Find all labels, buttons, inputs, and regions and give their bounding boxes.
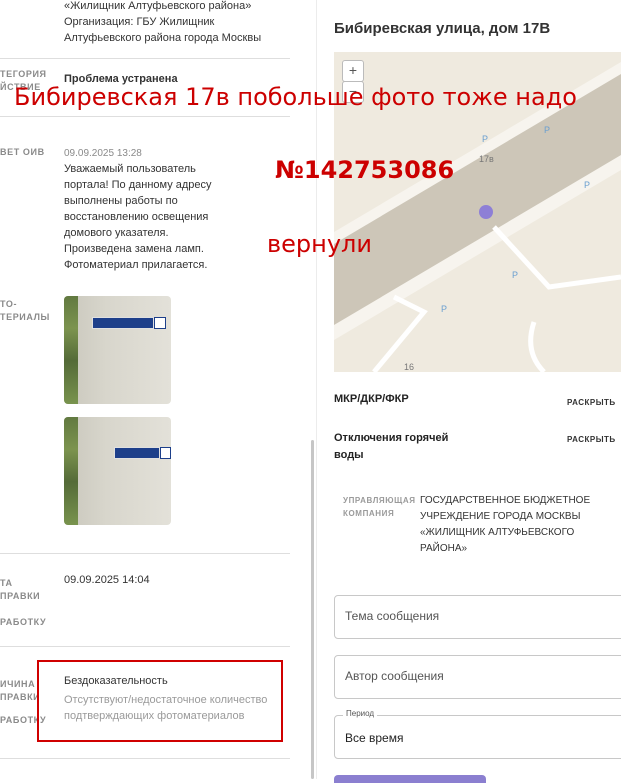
period-select[interactable]: Период Все время — [334, 709, 621, 759]
column-divider — [316, 0, 317, 779]
annotation-highlight-box — [37, 660, 283, 742]
expand-mkr-button[interactable]: РАСКРЫТЬ — [567, 398, 616, 407]
annotation-text-1: Бибиревская 17в побольше фото тоже надо — [14, 83, 577, 111]
house-number-sign — [154, 317, 166, 329]
parking-icon: P — [441, 304, 448, 314]
period-value: Все время — [345, 731, 404, 745]
divider — [0, 553, 290, 554]
uk-label: УПРАВЛЯЮЩАЯ КОМПАНИЯ — [343, 494, 416, 520]
street-sign — [114, 447, 160, 459]
scrollbar[interactable] — [311, 440, 314, 779]
photo-thumbnail-2[interactable] — [64, 417, 171, 525]
mkr-label: МКР/ДКР/ФКР — [334, 393, 409, 405]
location-marker[interactable] — [479, 205, 493, 219]
uk-value-line: РАЙОНА» — [420, 543, 468, 554]
author-select[interactable]: Автор сообщения — [334, 655, 621, 699]
category-label-1: ТЕГОРИЯ — [0, 69, 47, 79]
hot-water-label-2: воды — [334, 449, 364, 461]
house-number-sign — [160, 447, 171, 459]
house-number-label: 16 — [404, 362, 415, 372]
submit-button[interactable] — [334, 775, 486, 783]
annotation-text-3: вернули — [267, 230, 372, 258]
tree-foliage — [64, 296, 78, 404]
expand-hot-water-button[interactable]: РАСКРЫТЬ — [567, 435, 616, 444]
reason-label-2: ПРАВКИ — [0, 692, 41, 702]
period-legend: Период — [343, 709, 378, 718]
uk-value-line: «ЖИЛИЩНИК АЛТУФЬЕВСКОГО — [420, 527, 575, 538]
divider — [0, 646, 290, 647]
topic-placeholder: Тема сообщения — [345, 609, 440, 623]
answer-date: 09.09.2025 13:28 — [64, 148, 142, 159]
answer-line: выполнены работы по — [64, 195, 178, 207]
sent-label-2: ПРАВКИ — [0, 591, 41, 601]
divider — [0, 58, 290, 59]
answer-label: ВЕТ ОИВ — [0, 147, 45, 157]
sent-label-1: ТА — [0, 578, 13, 588]
topic-select[interactable]: Тема сообщения — [334, 595, 621, 639]
parking-icon: P — [482, 134, 489, 144]
uk-label-line-1: УПРАВЛЯЮЩАЯ — [343, 496, 416, 505]
org-line-2: Организация: ГБУ Жилищник — [64, 16, 215, 28]
uk-value-line: ГОСУДАРСТВЕННОЕ БЮДЖЕТНОЕ — [420, 495, 591, 506]
divider — [0, 758, 290, 759]
author-placeholder: Автор сообщения — [345, 669, 444, 683]
street-sign — [92, 317, 154, 329]
tree-foliage — [64, 417, 78, 525]
reason-label-1: ИЧИНА — [0, 679, 36, 689]
answer-line: домового указателя. — [64, 227, 169, 239]
parking-icon: P — [544, 125, 551, 135]
divider — [0, 116, 290, 117]
uk-value: ГОСУДАРСТВЕННОЕ БЮДЖЕТНОЕ УЧРЕЖДЕНИЕ ГОР… — [420, 493, 615, 557]
answer-line: Фотоматериал прилагается. — [64, 259, 208, 271]
sent-label-3: РАБОТКУ — [0, 617, 47, 627]
photo-thumbnail-1[interactable] — [64, 296, 171, 404]
org-line-1: «Жилищник Алтуфьевского района» — [64, 0, 252, 12]
house-label: 17в — [479, 154, 494, 164]
uk-value-line: УЧРЕЖДЕНИЕ ГОРОДА МОСКВЫ — [420, 511, 581, 522]
zoom-in-button[interactable]: + — [342, 60, 364, 82]
uk-label-line-2: КОМПАНИЯ — [343, 509, 395, 518]
parking-icon: P — [512, 270, 519, 280]
photo-label-1: ТО- — [0, 299, 18, 309]
answer-line: восстановлению освещения — [64, 211, 209, 223]
parking-icon: P — [584, 180, 591, 190]
photo-label-2: ТЕРИАЛЫ — [0, 312, 50, 322]
answer-line: Уважаемый пользователь — [64, 163, 196, 175]
sent-value: 09.09.2025 14:04 — [64, 574, 150, 586]
address-title: Бибиревская улица, дом 17В — [334, 20, 551, 37]
annotation-text-2: №142753086 — [275, 156, 455, 184]
org-line-3: Алтуфьевского района города Москвы — [64, 32, 262, 44]
side-road — [528, 321, 546, 372]
answer-line: Произведена замена ламп. — [64, 243, 204, 255]
hot-water-label-1: Отключения горячей — [334, 432, 449, 444]
answer-line: портала! По данному адресу — [64, 179, 212, 191]
